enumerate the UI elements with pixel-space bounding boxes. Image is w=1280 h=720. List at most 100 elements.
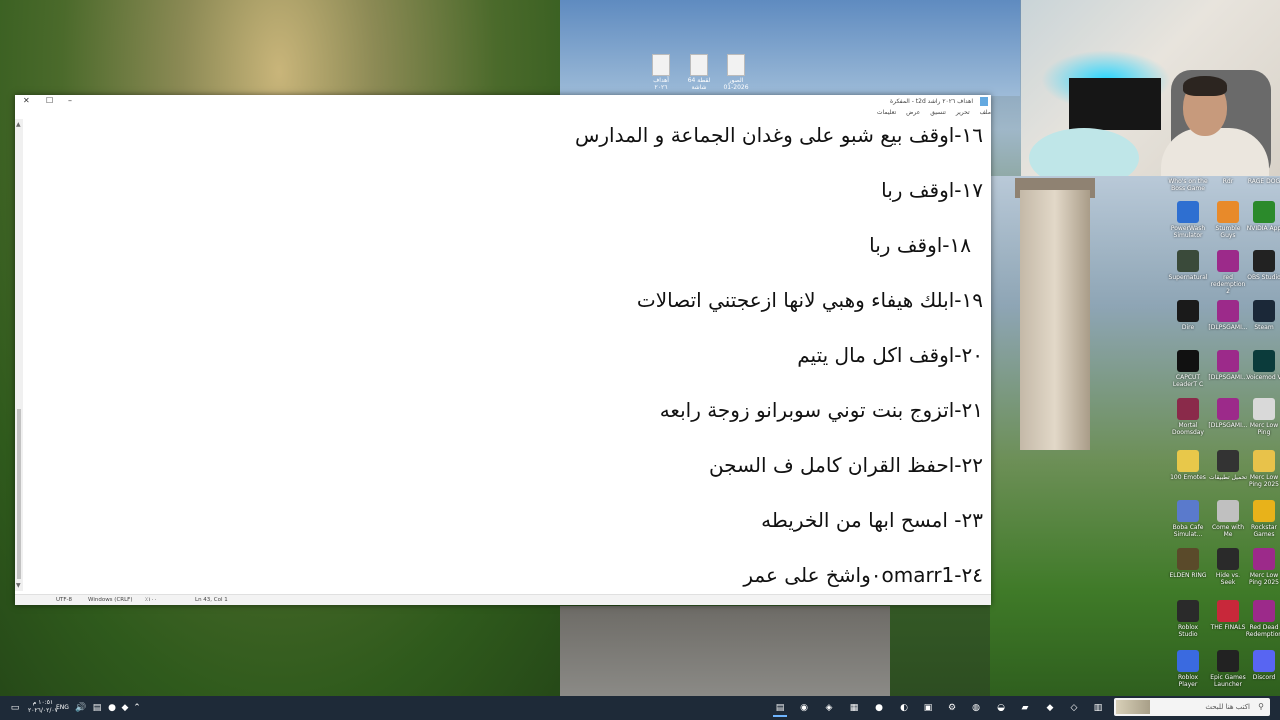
notepad-window[interactable]: ✕ ☐ – اهداف ٢٠٢٦ راشد t2d - المفكرة ملف … [15, 95, 991, 605]
desktop-shortcut[interactable]: Mortal Doomsday [1168, 398, 1208, 436]
epic-icon [1217, 650, 1239, 672]
taskbar-app-icon[interactable]: ◈ [822, 701, 836, 715]
desktop-shortcut[interactable]: Roblox Studio [1168, 600, 1208, 638]
taskbar-app-icon[interactable]: ▣ [921, 701, 935, 715]
scroll-up-icon[interactable]: ▲ [16, 121, 21, 128]
menu-help[interactable]: تعليمات [877, 109, 896, 116]
text-line: ١٦-اوقف بيع شبو على وغدان الجماعة و المد… [574, 123, 983, 147]
desktop-shortcut[interactable]: OBS Studio [1244, 250, 1280, 281]
scroll-down-icon[interactable]: ▼ [16, 582, 21, 589]
desktop-shortcut-label: PowerWash Simulator [1170, 225, 1206, 239]
status-cursor-position: Ln 43, Col 1 [195, 597, 228, 603]
microphone-icon[interactable]: ● [105, 701, 119, 715]
menu-file[interactable]: ملف [980, 109, 991, 116]
desktop-shortcut[interactable]: PowerWash Simulator [1168, 201, 1208, 239]
archive-icon [1217, 300, 1239, 322]
taskbar-notepad-icon[interactable]: ▤ [773, 701, 787, 717]
menu-view[interactable]: عرض [906, 109, 920, 116]
roblox-icon [1177, 600, 1199, 622]
desktop-shortcut[interactable]: [DLPSGAMI... [1208, 300, 1248, 331]
desktop-shortcut[interactable]: Hide vs. Seek [1208, 548, 1248, 586]
desktop-shortcut[interactable]: Supernatural [1168, 250, 1208, 281]
maximize-icon[interactable]: ☐ [46, 96, 53, 105]
desktop-file[interactable]: الصور 2026-01 [721, 54, 751, 91]
desktop-shortcut-label: THE FINALS [1210, 624, 1246, 631]
desktop-shortcut[interactable]: Steam [1244, 300, 1280, 331]
desktop-shortcut[interactable]: red redemption 2 [1208, 250, 1248, 295]
taskbar-record-icon[interactable]: ● [872, 701, 886, 715]
desktop-shortcut[interactable]: Discord [1244, 650, 1280, 681]
language-indicator[interactable]: ENG [56, 704, 69, 711]
desktop-shortcut[interactable]: Who's on the Boss Game [1168, 178, 1208, 192]
background-monitor [1069, 78, 1161, 130]
desktop-shortcut[interactable]: Epic Games Launcher [1208, 650, 1248, 688]
desktop-shortcut[interactable]: Merc Low Ping 2025 [1244, 450, 1280, 488]
desktop-shortcut[interactable]: [DLPSGAMI... [1208, 398, 1248, 429]
menu-bar: ملف تحرير تنسيق عرض تعليمات [869, 109, 991, 119]
desktop-shortcut-label: Merc Low Ping 2025 [1249, 474, 1279, 488]
desktop-shortcut-label: CAPCUT LeaderT C [1172, 374, 1204, 388]
taskbar-steam-icon[interactable]: ◉ [797, 701, 811, 715]
desktop-shortcut[interactable]: Merc Low Ping [1244, 398, 1280, 436]
desktop-shortcut[interactable]: Red Dead Redemption [1244, 600, 1280, 638]
chevron-up-icon[interactable]: ⌃ [130, 701, 144, 715]
desktop-shortcut-label: [DLPSGAMI... [1208, 374, 1248, 381]
menu-format[interactable]: تنسيق [930, 109, 946, 116]
desktop-shortcut[interactable]: Voicemod V [1244, 350, 1280, 381]
thefinals-icon [1217, 600, 1239, 622]
desktop-shortcut-label: [DLPSGAMI... [1208, 422, 1248, 429]
notifications-icon[interactable]: ▭ [8, 701, 22, 715]
minimize-icon[interactable]: – [68, 96, 72, 105]
text-line: ١٩-ابلك هيفاء وهبي لانها ازعجتني اتصالات [636, 288, 983, 312]
archive-icon [1253, 548, 1275, 570]
taskbar-chrome-icon[interactable]: ◍ [969, 701, 983, 715]
desktop-shortcut[interactable]: THE FINALS [1208, 600, 1248, 631]
close-icon[interactable]: ✕ [23, 96, 30, 105]
taskbar-app-icon[interactable]: ◆ [1043, 701, 1057, 715]
desktop-file[interactable]: 64 لقطة شاشة [684, 54, 714, 91]
network-icon[interactable]: ▤ [90, 701, 104, 715]
desktop-shortcut[interactable]: 100 Emotes [1168, 450, 1208, 481]
desktop-shortcut[interactable]: Come with Me [1208, 500, 1248, 538]
capcut-icon [1177, 350, 1199, 372]
desktop-shortcut[interactable]: Merc Low Ping 2025 [1244, 548, 1280, 586]
task-view-icon[interactable]: ▥ [1091, 701, 1105, 715]
menu-edit[interactable]: تحرير [956, 109, 970, 116]
desktop-shortcut[interactable]: Roblox Player [1168, 650, 1208, 688]
folder-icon [1253, 450, 1275, 472]
desktop-file[interactable]: أهداف ٢٠٢٦ [646, 54, 676, 91]
taskbar-app-icon[interactable]: ◐ [897, 701, 911, 715]
taskbar-edge-icon[interactable]: ◒ [994, 701, 1008, 715]
game-icon [1217, 500, 1239, 522]
discord-icon [1253, 650, 1275, 672]
desktop-shortcut[interactable]: NVIDIA App [1244, 201, 1280, 232]
notepad-icon [980, 97, 988, 106]
desktop-shortcut[interactable]: [DLPSGAMI... [1208, 350, 1248, 381]
taskbar-store-icon[interactable]: ▦ [847, 701, 861, 715]
text-editor[interactable]: ١٦-اوقف بيع شبو على وغدان الجماعة و المد… [25, 119, 987, 591]
title-bar[interactable]: ✕ ☐ – اهداف ٢٠٢٦ راشد t2d - المفكرة [15, 95, 991, 109]
desktop-shortcut-label: Epic Games Launcher [1210, 674, 1246, 688]
taskbar-app-icon[interactable]: ◇ [1067, 701, 1081, 715]
desktop-shortcut[interactable]: ELDEN RING [1168, 548, 1208, 579]
search-icon: ⚲ [1258, 702, 1264, 711]
desktop-shortcut[interactable]: Rdr [1208, 178, 1248, 185]
desktop-shortcut-label: OBS Studio [1247, 274, 1280, 281]
desktop-shortcut[interactable]: Stumble Guys [1208, 201, 1248, 239]
desktop-shortcut[interactable]: RAGE DOG [1244, 178, 1280, 185]
game-icon [1217, 548, 1239, 570]
clock[interactable]: ١٠:٥١ م ٢٠٢٦/٠٢/٠٧ [28, 699, 58, 715]
roblox-icon [1177, 650, 1199, 672]
desktop-shortcut-label: Boba Cafe Simulat... [1172, 524, 1204, 538]
scroll-thumb[interactable] [17, 409, 21, 579]
desktop-shortcut[interactable]: تحميل تطبيقات [1208, 450, 1248, 481]
settings-icon[interactable]: ⚙ [945, 701, 959, 715]
desktop-shortcut[interactable]: Boba Cafe Simulat... [1168, 500, 1208, 538]
search-box[interactable]: ⚲ اكتب هنا للبحث [1114, 698, 1270, 716]
vertical-scrollbar[interactable]: ▲ ▼ [15, 119, 23, 591]
speaker-icon[interactable]: 🔊 [74, 701, 88, 715]
desktop-shortcut[interactable]: CAPCUT LeaderT C [1168, 350, 1208, 388]
desktop-shortcut[interactable]: Dire [1168, 300, 1208, 331]
desktop-shortcut[interactable]: Rockstar Games [1244, 500, 1280, 538]
taskbar-explorer-icon[interactable]: ▰ [1018, 701, 1032, 715]
